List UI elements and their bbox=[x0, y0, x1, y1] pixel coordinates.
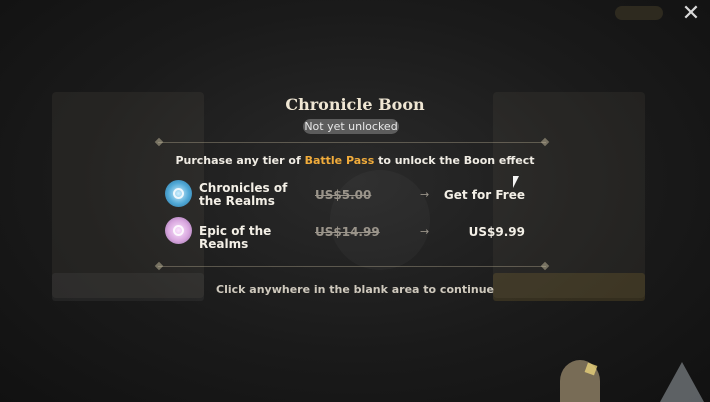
dialog-subtitle: Purchase any tier of Battle Pass to unlo… bbox=[0, 154, 710, 167]
status-badge: Not yet unlocked bbox=[303, 119, 399, 134]
tier-row-chronicles: Chronicles of the Realms US$5.00 → Get f… bbox=[165, 180, 525, 210]
tier-old-price: US$14.99 bbox=[315, 225, 380, 239]
chronicle-boon-dialog[interactable]: Chronicle Boon Not yet unlocked Purchase… bbox=[0, 0, 710, 402]
divider-bottom bbox=[154, 261, 550, 271]
battle-pass-link: Battle Pass bbox=[304, 154, 375, 167]
tier-new-price: Get for Free bbox=[443, 188, 525, 202]
mouse-cursor-icon bbox=[513, 176, 519, 188]
divider-ornament-icon bbox=[540, 137, 550, 147]
divider-ornament-icon bbox=[154, 137, 164, 147]
divider-top bbox=[154, 137, 550, 147]
dialog-title: Chronicle Boon bbox=[285, 95, 425, 114]
arrow-right-icon: → bbox=[420, 225, 430, 238]
tier-new-price: US$9.99 bbox=[468, 225, 525, 239]
divider-ornament-icon bbox=[154, 261, 164, 271]
divider-ornament-icon bbox=[540, 261, 550, 271]
blue-star-gem-icon bbox=[165, 180, 192, 207]
tier-name: Epic of the Realms bbox=[199, 224, 272, 251]
subtitle-prefix: Purchase any tier of bbox=[175, 154, 305, 167]
tier-row-epic: Epic of the Realms US$14.99 → US$9.99 bbox=[165, 217, 525, 251]
arrow-right-icon: → bbox=[420, 188, 430, 201]
purple-star-gem-icon bbox=[165, 217, 192, 244]
tier-name: Chronicles of the Realms bbox=[199, 181, 288, 208]
continue-hint: Click anywhere in the blank area to cont… bbox=[216, 283, 494, 296]
tier-old-price: US$5.00 bbox=[315, 188, 372, 202]
subtitle-suffix: to unlock the Boon effect bbox=[374, 154, 535, 167]
